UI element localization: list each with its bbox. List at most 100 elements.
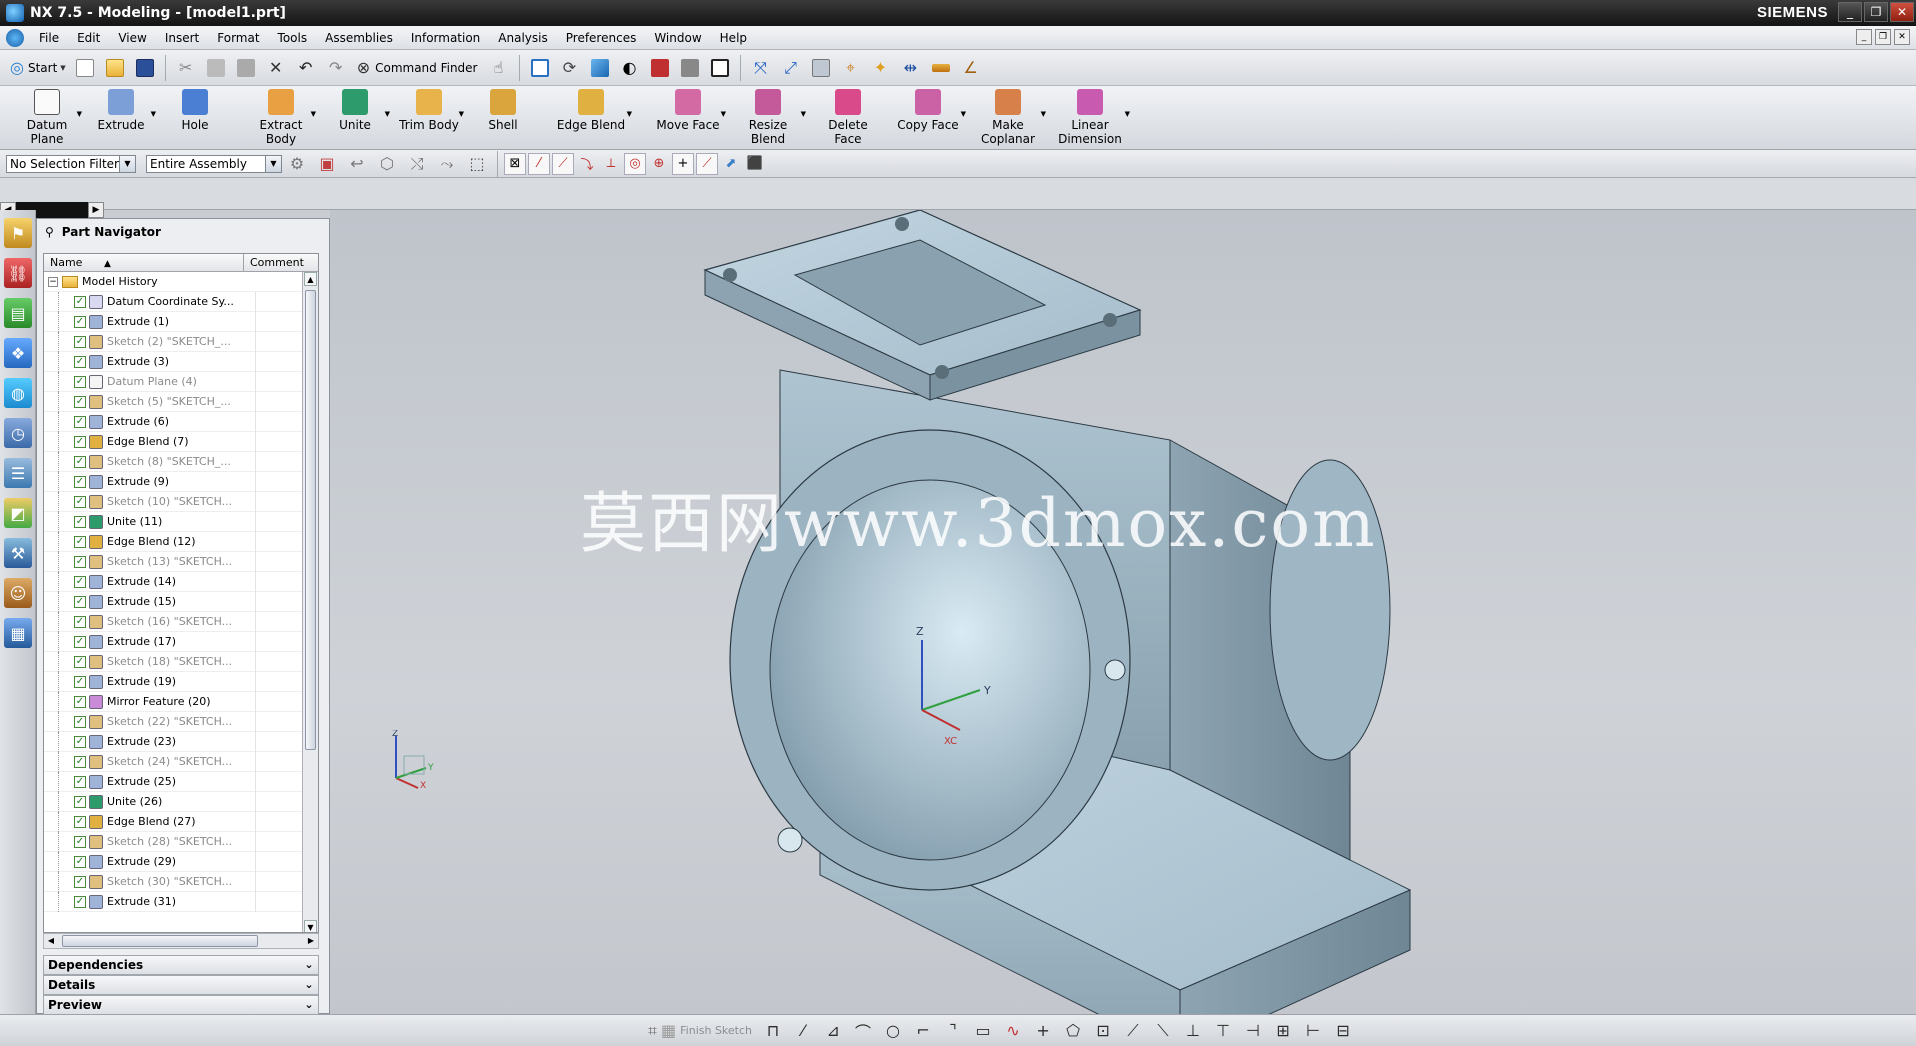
ruler-icon[interactable]: [928, 55, 954, 81]
feature-row[interactable]: ✓ Extrude (3): [44, 351, 318, 372]
auto-constrain-icon[interactable]: ⊣: [1241, 1019, 1265, 1043]
menu-window[interactable]: Window: [645, 27, 710, 49]
measure-icon[interactable]: ⇹: [898, 55, 924, 81]
preview-panel[interactable]: Preview ⌄: [43, 995, 319, 1015]
checkbox-icon[interactable]: ✓: [74, 355, 86, 368]
menu-information[interactable]: Information: [402, 27, 489, 49]
selection-scope-dropdown[interactable]: Entire Assembly ▼: [146, 154, 282, 173]
checkbox-icon[interactable]: ✓: [74, 535, 86, 548]
dimension-icon[interactable]: ⊞: [1271, 1019, 1295, 1043]
checkbox-icon[interactable]: ✓: [74, 835, 86, 848]
menu-tools[interactable]: Tools: [269, 27, 317, 49]
feature-row[interactable]: ✓ Datum Coordinate Sy...: [44, 291, 318, 312]
web-browser-icon[interactable]: ◍: [4, 378, 32, 408]
checkbox-icon[interactable]: ✓: [74, 515, 86, 528]
delete-icon[interactable]: ✕: [263, 55, 289, 81]
checkbox-icon[interactable]: ✓: [74, 415, 86, 428]
start-button[interactable]: ◎ Start ▼: [6, 54, 70, 82]
offset-curve-icon[interactable]: ⊡: [1091, 1019, 1115, 1043]
body-select-icon[interactable]: ⤭: [404, 151, 430, 177]
extract-body-button[interactable]: Extract Body ▼: [244, 86, 318, 148]
snap-bounded-grid-icon[interactable]: ⬛: [744, 153, 766, 175]
save-icon[interactable]: [132, 55, 158, 81]
lasso-select-icon[interactable]: ⤳: [434, 151, 460, 177]
feature-row[interactable]: ✓ Edge Blend (7): [44, 431, 318, 452]
assembly-navigator-icon[interactable]: ⚑: [4, 218, 32, 248]
checkbox-icon[interactable]: ✓: [74, 555, 86, 568]
select-all-icon[interactable]: ▣: [314, 151, 340, 177]
snap-existing-point-icon[interactable]: +: [672, 152, 694, 175]
open-folder-icon[interactable]: [102, 55, 128, 81]
trim-body-button[interactable]: Trim Body ▼: [392, 86, 466, 148]
chevron-down-icon[interactable]: ▼: [801, 110, 806, 118]
studio-spline-icon[interactable]: ⊿: [821, 1019, 845, 1043]
chevron-down-icon[interactable]: ▼: [1041, 110, 1046, 118]
touch-mode-icon[interactable]: ☝: [486, 55, 512, 81]
shaded-edges-icon[interactable]: [647, 55, 673, 81]
menu-preferences[interactable]: Preferences: [557, 27, 646, 49]
chevron-down-icon[interactable]: ▼: [385, 110, 390, 118]
chevron-down-icon[interactable]: ▼: [151, 110, 156, 118]
chamfer-icon[interactable]: ⌝: [941, 1019, 965, 1043]
checkbox-icon[interactable]: ✓: [74, 695, 86, 708]
move-face-button[interactable]: Move Face ▼: [648, 86, 728, 148]
tab-scroll-right-icon[interactable]: ▶: [88, 202, 104, 218]
scroll-right-icon[interactable]: ▶: [304, 935, 318, 947]
chevron-down-icon[interactable]: ▼: [627, 110, 632, 118]
pin-icon[interactable]: ⚲: [45, 226, 54, 238]
feature-row[interactable]: ✓ Mirror Feature (20): [44, 691, 318, 712]
comment-column-header[interactable]: Comment: [244, 254, 304, 271]
doc-restore-button[interactable]: ❐: [1875, 29, 1891, 45]
feature-row[interactable]: ✓ Sketch (16) "SKETCH...: [44, 611, 318, 632]
feature-row[interactable]: ✓ Extrude (25): [44, 771, 318, 792]
scroll-thumb[interactable]: [62, 935, 258, 947]
menu-file[interactable]: File: [30, 27, 68, 49]
delete-face-button[interactable]: Delete Face: [808, 86, 888, 148]
wcs-icon[interactable]: ⤧: [748, 55, 774, 81]
graphics-window[interactable]: Z Y XC Z Y X 莫西网www.3dmox.com: [330, 210, 1916, 1014]
checkbox-icon[interactable]: ✓: [74, 635, 86, 648]
extrude-button[interactable]: Extrude ▼: [84, 86, 158, 148]
feature-row[interactable]: ✓ Sketch (5) "SKETCH_...: [44, 391, 318, 412]
circle-icon[interactable]: ○: [881, 1019, 905, 1043]
checkbox-icon[interactable]: ✓: [74, 735, 86, 748]
angle-measure-icon[interactable]: ∠: [958, 55, 984, 81]
menu-format[interactable]: Format: [208, 27, 268, 49]
feature-row[interactable]: ✓ Extrude (9): [44, 471, 318, 492]
command-finder-button[interactable]: ⊗ Command Finder: [351, 54, 484, 82]
checkbox-icon[interactable]: ✓: [74, 875, 86, 888]
line-icon[interactable]: ⁄: [791, 1019, 815, 1043]
minimize-button[interactable]: _: [1838, 2, 1862, 22]
checkbox-icon[interactable]: ✓: [74, 675, 86, 688]
copy-face-button[interactable]: Copy Face ▼: [888, 86, 968, 148]
hole-button[interactable]: Hole: [158, 86, 232, 148]
deselect-icon[interactable]: ↩: [344, 151, 370, 177]
redo-icon[interactable]: ↷: [323, 55, 349, 81]
process-studio-icon[interactable]: ◩: [4, 498, 32, 528]
details-panel[interactable]: Details ⌄: [43, 975, 319, 995]
nx-app-icon[interactable]: [6, 4, 24, 22]
constraints-icon[interactable]: ⊤: [1211, 1019, 1235, 1043]
tree-vertical-scrollbar[interactable]: ▲ ▼: [302, 272, 318, 932]
spline-icon[interactable]: ∿: [1001, 1019, 1025, 1043]
feature-row[interactable]: ✓ Extrude (29): [44, 851, 318, 872]
wcs-orient-icon[interactable]: ⤢: [778, 55, 804, 81]
checkbox-icon[interactable]: ✓: [74, 895, 86, 908]
mirror-curve-icon[interactable]: ⊢: [1301, 1019, 1325, 1043]
scroll-down-icon[interactable]: ▼: [304, 920, 317, 932]
chevron-down-icon[interactable]: ▼: [721, 110, 726, 118]
new-file-icon[interactable]: [72, 55, 98, 81]
feature-row[interactable]: ✓ Sketch (18) "SKETCH...: [44, 651, 318, 672]
finish-sketch-button[interactable]: ⌗ ▦ Finish Sketch: [648, 1022, 752, 1039]
menu-assemblies[interactable]: Assemblies: [316, 27, 402, 49]
system-scenes-icon[interactable]: ▦: [4, 618, 32, 648]
snap-view-icon[interactable]: ✦: [868, 55, 894, 81]
quick-trim-icon[interactable]: ⟋: [1121, 1019, 1145, 1043]
feature-row[interactable]: ✓ Extrude (15): [44, 591, 318, 612]
rectangle-icon[interactable]: ▭: [971, 1019, 995, 1043]
selection-settings-icon[interactable]: ⚙: [284, 151, 310, 177]
checkbox-icon[interactable]: ✓: [74, 575, 86, 588]
checkbox-icon[interactable]: ✓: [74, 375, 86, 388]
checkbox-icon[interactable]: ✓: [74, 655, 86, 668]
feature-row[interactable]: ✓ Sketch (8) "SKETCH_...: [44, 451, 318, 472]
